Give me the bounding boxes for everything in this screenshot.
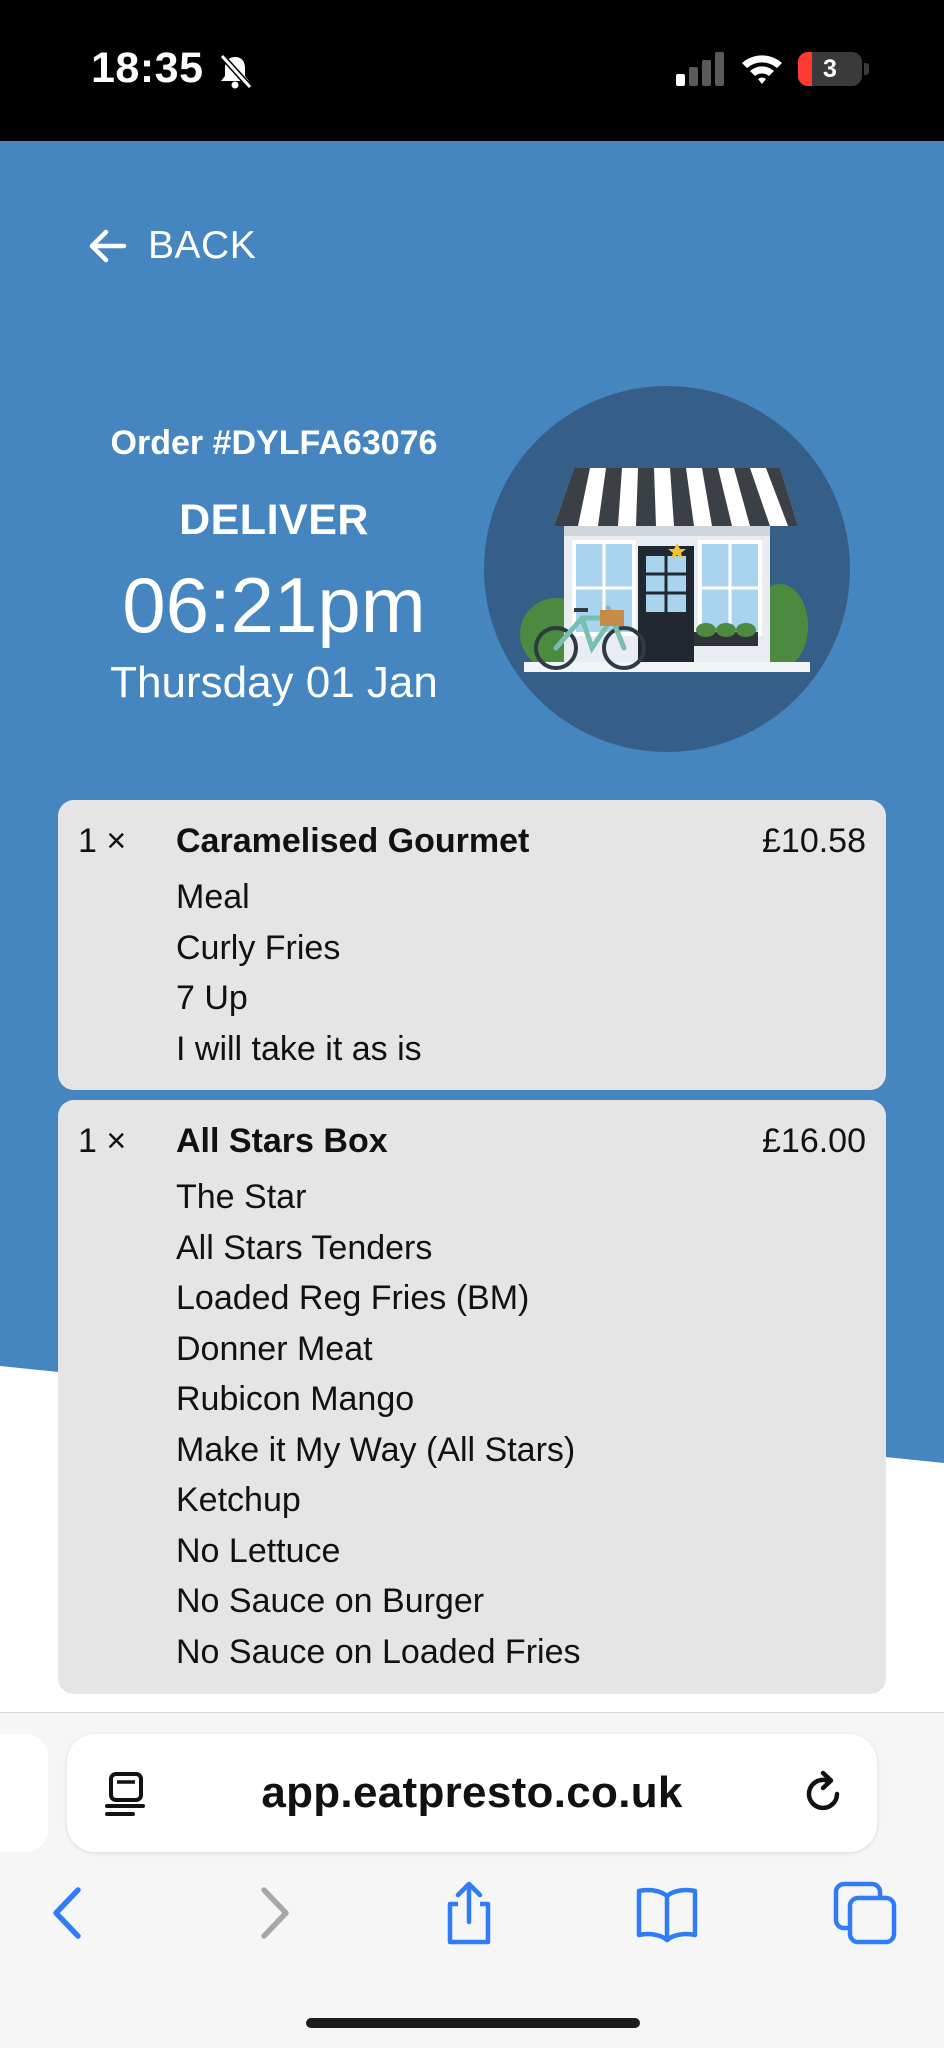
item-modifiers: The Star All Stars Tenders Loaded Reg Fr… — [176, 1172, 580, 1677]
status-time: 18:35 — [91, 44, 204, 92]
chevron-right-icon[interactable] — [240, 1880, 306, 1946]
back-button[interactable]: BACK — [84, 218, 256, 274]
battery-cap — [864, 63, 869, 75]
item-modifier: Loaded Reg Fries (BM) — [176, 1279, 530, 1317]
arrow-left-icon — [89, 229, 127, 263]
battery-indicator: 3 — [798, 52, 862, 86]
item-modifier: Donner Meat — [176, 1329, 373, 1368]
item-modifier: All Stars Tenders — [176, 1228, 433, 1267]
item-modifier: No Sauce on Loaded Fries — [176, 1632, 581, 1671]
item-modifier: Curly Fries — [176, 928, 341, 967]
status-bar: 18:35 3 — [0, 0, 944, 141]
item-modifier: Make it My Way (All Stars) — [176, 1430, 576, 1469]
item-modifier: I will take it as is — [176, 1029, 422, 1068]
tabs-icon[interactable] — [832, 1880, 898, 1946]
item-quantity: 1 × — [78, 1122, 127, 1160]
back-label: BACK — [148, 224, 257, 267]
item-modifier: 7 Up — [176, 979, 248, 1017]
chevron-left-icon[interactable] — [36, 1880, 102, 1946]
battery-level: 3 — [823, 55, 837, 83]
share-icon[interactable] — [436, 1880, 502, 1946]
item-modifier: The Star — [176, 1178, 307, 1216]
address-bar[interactable]: app.eatpresto.co.uk — [67, 1734, 877, 1852]
order-item-card: 1 × Caramelised Gourmet £10.58 Meal Curl… — [58, 800, 886, 1090]
delivery-time: 06:21pm — [122, 561, 426, 649]
item-price: £16.00 — [762, 1122, 866, 1160]
bell-slash-icon — [219, 53, 253, 90]
wifi-icon — [742, 55, 782, 84]
url-text[interactable]: app.eatpresto.co.uk — [157, 1734, 787, 1852]
reader-mode-icon[interactable] — [103, 1770, 151, 1818]
book-icon[interactable] — [634, 1880, 700, 1946]
item-quantity: 1 × — [78, 822, 127, 860]
previous-tab-preview[interactable] — [0, 1734, 48, 1852]
item-name: All Stars Box — [176, 1122, 388, 1160]
item-modifier: No Lettuce — [176, 1531, 341, 1570]
item-name: Caramelised Gourmet — [176, 822, 530, 860]
cellular-signal-icon — [676, 52, 724, 86]
reload-icon[interactable] — [799, 1770, 847, 1818]
item-modifier: Rubicon Mango — [176, 1380, 415, 1418]
delivery-date: Thursday 01 Jan — [110, 658, 438, 707]
home-indicator[interactable] — [306, 2018, 640, 2028]
item-price: £10.58 — [762, 822, 866, 860]
fulfilment-mode: DELIVER — [179, 496, 369, 544]
order-item-card: 1 × All Stars Box £16.00 The Star All St… — [58, 1100, 886, 1694]
item-modifier: No Sauce on Burger — [176, 1582, 485, 1620]
order-number: Order #DYLFA63076 — [110, 424, 438, 462]
item-modifier: Ketchup — [176, 1481, 301, 1519]
shop-front-icon — [484, 386, 850, 752]
item-modifier: Meal — [176, 878, 250, 916]
item-modifiers: Meal Curly Fries 7 Up I will take it as … — [176, 872, 422, 1074]
